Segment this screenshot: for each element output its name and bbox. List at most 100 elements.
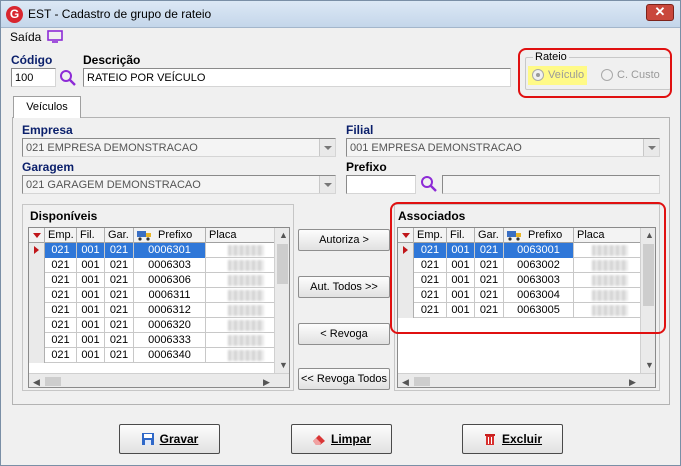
scroll-right-icon[interactable]: ▶ [629, 377, 636, 387]
autoriza-button[interactable]: Autoriza > [298, 229, 390, 251]
app-logo-icon: G [6, 6, 23, 23]
table-cell: 0006333 [134, 333, 206, 348]
redacted-plate [228, 290, 264, 301]
aut-todos-button[interactable]: Aut. Todos >> [298, 276, 390, 298]
rateio-highlight-outline [518, 48, 672, 98]
table-row[interactable]: 021 001 021 0006333 [29, 333, 275, 348]
table-cell-placa [206, 333, 275, 348]
scrollbar-thumb[interactable] [414, 377, 430, 386]
table-cell: 021 [45, 288, 77, 303]
filial-select[interactable]: 001 EMPRESA DEMONSTRACAO [346, 138, 660, 157]
codigo-input[interactable]: 100 [11, 68, 56, 87]
disponiveis-grid-header: Emp. Fil. Gar. Prefixo Placa [29, 228, 275, 243]
header-indicator [29, 228, 45, 243]
table-row[interactable]: 021 001 021 0006312 [29, 303, 275, 318]
row-indicator[interactable] [29, 303, 45, 318]
chevron-down-icon[interactable] [643, 139, 659, 156]
main-window: G EST - Cadastro de grupo de rateio ✕ Sa… [0, 0, 681, 466]
table-cell: 021 [45, 348, 77, 363]
row-indicator[interactable] [29, 273, 45, 288]
table-cell: 001 [77, 348, 105, 363]
garagem-label: Garagem [22, 160, 75, 174]
table-row[interactable]: 021 001 021 0006303 [29, 258, 275, 273]
table-row[interactable]: 021 001 021 0006306 [29, 273, 275, 288]
table-row[interactable]: 021 001 021 0006301 [29, 243, 275, 258]
redacted-plate [228, 260, 264, 271]
scrollbar-thumb[interactable] [277, 244, 288, 284]
redacted-plate [228, 245, 264, 256]
row-indicator[interactable] [29, 318, 45, 333]
empresa-select[interactable]: 021 EMPRESA DEMONSTRACAO [22, 138, 336, 157]
monitor-icon[interactable] [47, 30, 63, 43]
codigo-label: Código [11, 53, 53, 67]
table-cell: 0006312 [134, 303, 206, 318]
scroll-up-icon[interactable]: ▲ [279, 230, 288, 240]
scroll-down-icon[interactable]: ▼ [279, 360, 288, 370]
scroll-right-icon[interactable]: ▶ [263, 377, 270, 387]
horizontal-scrollbar[interactable]: ◀ ▶ [29, 373, 289, 387]
table-cell: 001 [77, 243, 105, 258]
disponiveis-grid[interactable]: Emp. Fil. Gar. Prefixo Placa 021 001 021 00… [28, 227, 290, 388]
table-cell: 021 [45, 303, 77, 318]
table-cell: 001 [77, 288, 105, 303]
filial-label: Filial [346, 123, 374, 137]
vertical-scrollbar[interactable]: ▲ ▼ [274, 228, 289, 373]
excluir-label: Excluir [501, 432, 543, 446]
chevron-down-icon[interactable] [319, 139, 335, 156]
scroll-left-icon[interactable]: ◀ [33, 377, 40, 387]
column-header[interactable]: Prefixo [134, 228, 206, 243]
disponiveis-title: Disponíveis [30, 209, 98, 223]
redacted-plate [228, 350, 264, 361]
search-icon[interactable] [420, 175, 438, 193]
prefixo-description [442, 175, 660, 194]
table-cell: 021 [105, 333, 134, 348]
scroll-left-icon[interactable]: ◀ [402, 377, 409, 387]
table-row[interactable]: 021 001 021 0006340 [29, 348, 275, 363]
row-indicator[interactable] [29, 348, 45, 363]
row-indicator[interactable] [29, 258, 45, 273]
garagem-select[interactable]: 021 GARAGEM DEMONSTRACAO [22, 175, 336, 194]
table-cell: 021 [105, 348, 134, 363]
menu-item-saida[interactable]: Saída [10, 30, 41, 44]
column-header[interactable]: Fil. [77, 228, 105, 243]
table-cell: 0006340 [134, 348, 206, 363]
table-cell: 021 [45, 333, 77, 348]
table-cell: 021 [45, 258, 77, 273]
revoga-todos-button[interactable]: << Revoga Todos [298, 368, 390, 390]
row-indicator[interactable] [29, 288, 45, 303]
tab-veiculos[interactable]: Veículos [13, 96, 81, 118]
scroll-down-icon[interactable]: ▼ [645, 360, 654, 370]
descricao-label: Descrição [83, 53, 141, 67]
garagem-value: 021 GARAGEM DEMONSTRACAO [26, 179, 201, 191]
table-cell-placa [206, 303, 275, 318]
search-icon[interactable] [59, 69, 77, 87]
descricao-input[interactable]: RATEIO POR VEÍCULO [83, 68, 511, 87]
scrollbar-thumb[interactable] [45, 377, 61, 386]
column-header[interactable]: Placa [206, 228, 275, 243]
eraser-icon [312, 435, 325, 445]
table-cell: 0006301 [134, 243, 206, 258]
limpar-label: Limpar [330, 432, 371, 446]
column-header[interactable]: Emp. [45, 228, 77, 243]
table-row[interactable]: 021 001 021 0006320 [29, 318, 275, 333]
column-header-label: Prefixo [158, 229, 193, 241]
table-cell: 001 [77, 303, 105, 318]
close-button[interactable]: ✕ [646, 4, 674, 21]
row-indicator[interactable] [29, 333, 45, 348]
row-indicator[interactable] [29, 243, 45, 258]
revoga-button[interactable]: < Revoga [298, 323, 390, 345]
limpar-button[interactable]: Limpar [291, 424, 392, 454]
menu-bar: Saída [1, 28, 680, 47]
table-cell: 021 [45, 273, 77, 288]
table-cell-placa [206, 348, 275, 363]
table-cell: 001 [77, 273, 105, 288]
table-row[interactable]: 021 001 021 0006311 [29, 288, 275, 303]
prefixo-input[interactable] [346, 175, 416, 194]
chevron-down-icon[interactable] [319, 176, 335, 193]
gravar-button[interactable]: Gravar [119, 424, 220, 454]
truck-icon [137, 231, 151, 241]
table-cell: 021 [105, 243, 134, 258]
horizontal-scrollbar[interactable]: ◀ ▶ [398, 373, 655, 387]
excluir-button[interactable]: Excluir [462, 424, 563, 454]
column-header[interactable]: Gar. [105, 228, 134, 243]
